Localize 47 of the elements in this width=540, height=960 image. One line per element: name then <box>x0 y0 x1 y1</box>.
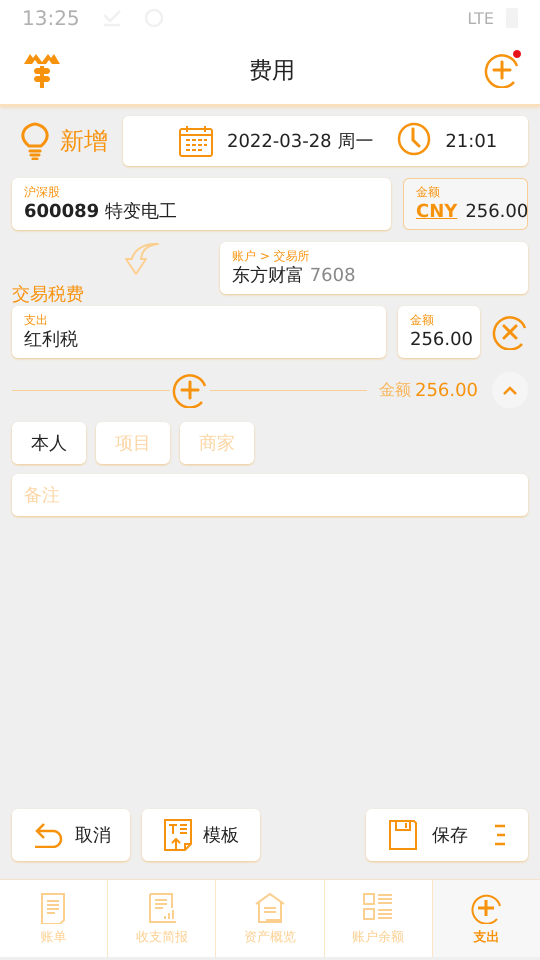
calendar-icon <box>179 125 213 157</box>
collapse-button[interactable] <box>492 372 528 408</box>
total-label: 金额 <box>379 380 412 400</box>
lightbulb-icon <box>20 122 50 160</box>
account-name: 东方财富 <box>232 264 304 286</box>
section-title: 交易税费 <box>12 283 85 306</box>
field-label: 账户 > 交易所 <box>232 248 311 264</box>
field-label: 金额 <box>410 312 435 328</box>
date-text: 2022-03-28 周一 <box>227 130 374 153</box>
total-value: 256.00 <box>415 380 478 400</box>
curved-arrow-icon <box>124 242 160 276</box>
clock-time: 13:25 <box>22 6 80 30</box>
note-field[interactable]: 备注 <box>12 474 528 516</box>
expense-icon <box>470 892 502 924</box>
field-label: 沪深股 <box>24 184 61 200</box>
account-field[interactable]: 账户 > 交易所 东方财富 7608 <box>220 242 528 294</box>
save-disk-icon <box>388 819 418 851</box>
template-button[interactable]: 模板 <box>142 809 260 861</box>
add-fee-icon[interactable] <box>172 372 208 408</box>
field-label: 支出 <box>24 312 49 328</box>
field-label: 金额 <box>416 184 441 200</box>
field-value: 红利税 <box>24 328 79 352</box>
more-icon[interactable] <box>494 824 506 846</box>
tag-field[interactable]: 商家 <box>180 422 254 464</box>
page-title: 费用 <box>249 56 295 86</box>
remove-icon[interactable] <box>492 314 528 350</box>
field-value: 600089 特变电工 <box>24 200 178 224</box>
network-type: LTE <box>467 8 494 28</box>
datetime-field[interactable]: 2022-03-28 周一 21:01 <box>123 116 528 166</box>
tag-chip[interactable]: 本人 <box>12 422 86 464</box>
app-logo-icon[interactable] <box>24 52 60 88</box>
save-button[interactable]: 保存 <box>366 809 528 861</box>
fee-amount-field[interactable]: 金额 256.00 <box>398 306 480 358</box>
add-icon[interactable] <box>484 52 520 88</box>
amount-value: 256.00 <box>465 200 528 222</box>
cancel-button[interactable]: 取消 <box>12 809 130 861</box>
security-field[interactable]: 沪深股 600089 特变电工 <box>12 178 391 230</box>
tag-field[interactable]: 项目 <box>96 422 170 464</box>
template-document-icon <box>163 818 193 852</box>
chevron-up-icon <box>502 385 518 395</box>
mode-label: 新增 <box>60 126 108 157</box>
assets-icon <box>254 892 286 924</box>
time-text: 21:01 <box>445 130 498 152</box>
account-number: 7608 <box>310 264 356 286</box>
clock-icon <box>397 122 432 156</box>
expense-category-field[interactable]: 支出 红利税 <box>12 306 386 358</box>
amount-field[interactable]: 金额 CNY 256.00 <box>403 178 528 230</box>
